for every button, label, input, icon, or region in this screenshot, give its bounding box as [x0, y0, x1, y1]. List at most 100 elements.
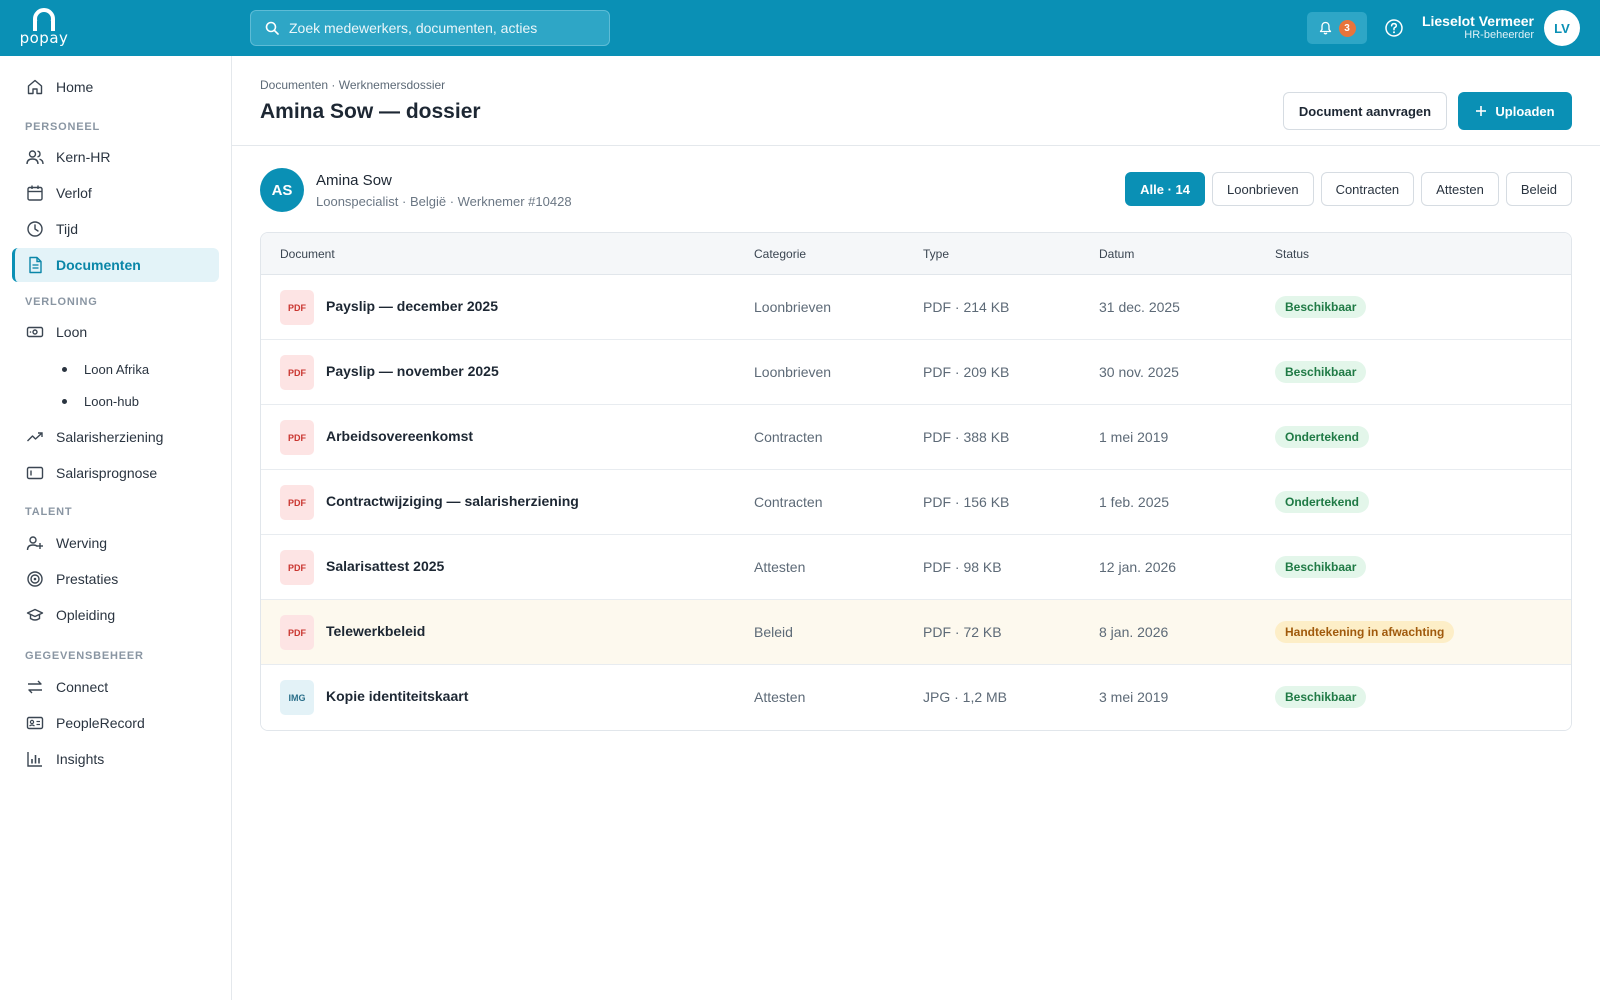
sidebar-item-verlof[interactable]: Verlof [12, 176, 219, 210]
user-info[interactable]: Lieselot Vermeer HR-beheerder [1422, 13, 1534, 42]
user-avatar[interactable]: LV [1544, 10, 1580, 46]
sidebar-item-werving[interactable]: Werving [12, 526, 219, 560]
document-date: 30 nov. 2025 [1099, 364, 1179, 380]
filter-attesten[interactable]: Attesten [1421, 172, 1499, 206]
document-icon [26, 256, 44, 274]
status-badge: Beschikbaar [1275, 556, 1367, 578]
search-icon [265, 21, 279, 35]
sidebar-subitem-loon-afrika[interactable]: Loon Afrika [62, 362, 149, 377]
sidebar-item-insights[interactable]: Insights [12, 742, 219, 776]
document-date: 1 mei 2019 [1099, 429, 1169, 445]
status-badge: Beschikbaar [1275, 296, 1367, 318]
sidebar-item-tijd[interactable]: Tijd [12, 212, 219, 246]
document-type: PDF · 72 KB [923, 624, 1002, 640]
user-plus-icon [26, 534, 44, 552]
filter-all[interactable]: Alle · 14 [1125, 172, 1205, 206]
help-icon [1385, 19, 1403, 37]
trending-up-icon [26, 428, 44, 446]
sidebar-item-label: PeopleRecord [56, 715, 145, 731]
card-icon [26, 464, 44, 482]
sidebar-item-salarisprognose[interactable]: Salarisprognose [12, 456, 219, 490]
filter-loonbrieven[interactable]: Loonbrieven [1212, 172, 1314, 206]
image-file-icon: IMG [280, 680, 314, 715]
table-row[interactable]: PDF Salarisattest 2025 Attesten PDF · 98… [261, 535, 1571, 600]
document-name[interactable]: Kopie identiteitskaart [326, 688, 468, 704]
document-name[interactable]: Payslip — december 2025 [326, 298, 498, 314]
sidebar-item-label: Salarisherziening [56, 429, 164, 445]
table-row[interactable]: PDF Payslip — november 2025 Loonbrieven … [261, 340, 1571, 405]
document-date: 1 feb. 2025 [1099, 494, 1170, 510]
page-title: Amina Sow — dossier [260, 100, 481, 123]
request-document-button[interactable]: Document aanvragen [1283, 92, 1447, 130]
employee-name: Amina Sow [316, 172, 392, 189]
document-name[interactable]: Arbeidsovereenkomst [326, 428, 473, 444]
logo-text: popay [19, 29, 69, 47]
request-document-label: Document aanvragen [1298, 103, 1432, 119]
document-type: PDF · 98 KB [923, 559, 1002, 575]
document-category: Contracten [754, 429, 823, 445]
employee-avatar: AS [260, 168, 304, 212]
graduation-cap-icon [26, 606, 44, 624]
document-name[interactable]: Contractwijziging — salarisherziening [326, 493, 579, 509]
column-header-document[interactable]: Document [280, 247, 335, 261]
document-type: PDF · 156 KB [923, 494, 1010, 510]
status-badge: Handtekening in afwachting [1275, 621, 1455, 643]
document-type: PDF · 388 KB [923, 429, 1010, 445]
table-row[interactable]: PDF Telewerkbeleid Beleid PDF · 72 KB 8 … [261, 600, 1571, 665]
sidebar-item-label: Salarisprognose [56, 465, 158, 481]
document-category: Attesten [754, 559, 806, 575]
target-icon [26, 570, 44, 588]
sidebar-item-label: Tijd [56, 221, 79, 237]
upload-button[interactable]: Uploaden [1458, 92, 1572, 130]
notifications-button[interactable]: 3 [1307, 12, 1367, 44]
money-icon [26, 323, 44, 341]
document-category: Beleid [754, 624, 793, 640]
sidebar-item-documenten[interactable]: Documenten [12, 248, 219, 282]
bar-chart-icon [26, 750, 44, 768]
sidebar-item-kern-hr[interactable]: Kern-HR [12, 140, 219, 174]
home-icon [26, 78, 44, 96]
search-input[interactable] [289, 20, 579, 36]
table-row[interactable]: PDF Contractwijziging — salarisherzienin… [261, 470, 1571, 535]
sidebar-item-label: Verlof [56, 185, 92, 201]
sidebar-item-prestaties[interactable]: Prestaties [12, 562, 219, 596]
sidebar-item-loon[interactable]: Loon [12, 315, 219, 349]
table-row[interactable]: PDF Arbeidsovereenkomst Contracten PDF ·… [261, 405, 1571, 470]
sidebar-item-home[interactable]: Home [12, 70, 219, 104]
document-name[interactable]: Salarisattest 2025 [326, 558, 444, 574]
popay-logo[interactable]: popay [18, 8, 70, 50]
column-header-categorie[interactable]: Categorie [754, 247, 806, 261]
sidebar-item-label: Opleiding [56, 607, 116, 623]
bullet-icon [62, 367, 67, 372]
document-name[interactable]: Telewerkbeleid [326, 623, 425, 639]
filter-contracten[interactable]: Contracten [1320, 172, 1415, 206]
sidebar-item-peoplerecord[interactable]: PeopleRecord [12, 706, 219, 740]
document-name[interactable]: Payslip — november 2025 [326, 363, 499, 379]
sidebar-item-salarisherziening[interactable]: Salarisherziening [12, 420, 219, 454]
status-badge: Ondertekend [1275, 491, 1370, 513]
sidebar-item-label: Werving [56, 535, 108, 551]
main-content: Documenten · Werknemersdossier Amina Sow… [232, 56, 1600, 1000]
sidebar-item-connect[interactable]: Connect [12, 670, 219, 704]
help-button[interactable] [1384, 18, 1404, 38]
filter-beleid[interactable]: Beleid [1505, 172, 1572, 206]
pdf-file-icon: PDF [280, 615, 314, 650]
transfer-arrows-icon [26, 678, 44, 696]
user-role: HR-beheerder [1464, 29, 1534, 41]
sidebar-item-label: Kern-HR [56, 149, 111, 165]
global-search[interactable] [250, 10, 610, 46]
sidebar: Home PERSONEEL Kern-HR Verlof Tijd Docum… [0, 56, 232, 1000]
table-row[interactable]: IMG Kopie identiteitskaart Attesten JPG … [261, 665, 1571, 730]
sidebar-item-opleiding[interactable]: Opleiding [12, 598, 219, 632]
document-category: Contracten [754, 494, 823, 510]
document-category: Attesten [754, 689, 806, 705]
sidebar-subitem-loon-hub[interactable]: Loon-hub [62, 394, 139, 409]
top-bar: popay 3 Lieselot Vermeer HR-beheerder LV [0, 0, 1600, 56]
table-row[interactable]: PDF Payslip — december 2025 Loonbrieven … [261, 275, 1571, 340]
column-header-type[interactable]: Type [923, 247, 949, 261]
breadcrumb[interactable]: Documenten · Werknemersdossier [260, 78, 445, 92]
column-header-datum[interactable]: Datum [1099, 247, 1134, 261]
sidebar-item-label: Insights [56, 751, 105, 767]
sidebar-subitem-label: Loon-hub [84, 394, 139, 409]
column-header-status[interactable]: Status [1275, 247, 1309, 261]
